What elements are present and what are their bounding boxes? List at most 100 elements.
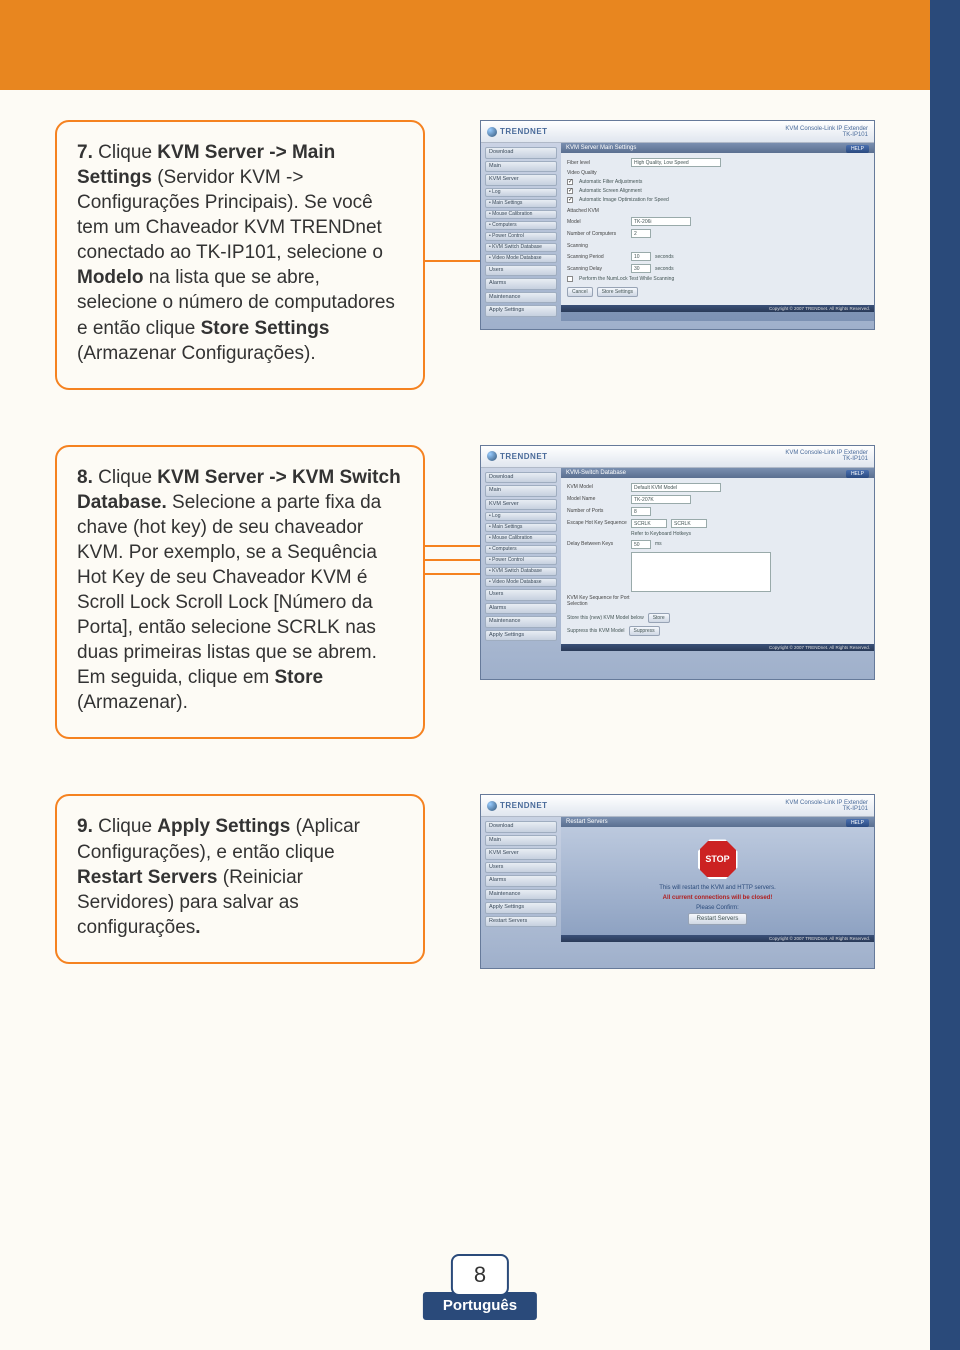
side-item[interactable]: Users (485, 862, 557, 874)
side-subitem[interactable]: • Log (485, 512, 557, 521)
side-item[interactable]: Users (485, 265, 557, 277)
hint: Refer to Keyboard Hotkeys (631, 531, 691, 537)
page-language: Português (423, 1292, 537, 1320)
screenshot-7: TRENDNET KVM Console-Link IP ExtenderTK-… (480, 120, 875, 330)
store-button[interactable]: Store (648, 613, 670, 623)
restart-servers-button[interactable]: Restart Servers (688, 913, 748, 925)
section-label: Scanning (567, 243, 627, 249)
step-8-card: 8. Clique KVM Server -> KVM Switch Datab… (55, 445, 425, 740)
side-item[interactable]: Maintenance (485, 292, 557, 304)
side-item[interactable]: KVM Server (485, 848, 557, 860)
model-select[interactable]: TK-206i (631, 217, 691, 226)
side-subitem[interactable]: • Power Control (485, 556, 557, 565)
side-item[interactable]: Apply Settings (485, 305, 557, 317)
t: Restart Servers (77, 867, 217, 888)
thumb-header: TRENDNET KVM Console-Link IP ExtenderTK-… (481, 446, 874, 468)
side-item[interactable]: Apply Settings (485, 630, 557, 642)
screenshot-8: TRENDNET KVM Console-Link IP ExtenderTK-… (480, 445, 875, 680)
brand-logo: TRENDNET (487, 451, 548, 461)
cancel-button[interactable]: Cancel (567, 287, 593, 297)
fiber-select[interactable]: High Quality, Low Speed (631, 158, 721, 167)
step-7-card: 7. Clique KVM Server -> Main Settings (S… (55, 120, 425, 390)
side-subitem[interactable]: • KVM Switch Database (485, 243, 557, 252)
callout-connector (425, 545, 480, 585)
side-subitem[interactable]: • Video Mode Database (485, 578, 557, 587)
side-item[interactable]: Maintenance (485, 889, 557, 901)
side-item[interactable]: Download (485, 472, 557, 484)
label: Model (567, 219, 627, 225)
period-input[interactable]: 10 (631, 252, 651, 261)
escape-select-a[interactable]: SCRLK (631, 519, 667, 528)
t: Modelo (77, 267, 144, 288)
side-item[interactable]: Alarms (485, 278, 557, 290)
thumb-header: TRENDNET KVM Console-Link IP ExtenderTK-… (481, 121, 874, 143)
side-item[interactable]: Download (485, 821, 557, 833)
side-item[interactable]: Main (485, 485, 557, 497)
step-row-7: 7. Clique KVM Server -> Main Settings (S… (55, 120, 875, 390)
brand-logo: TRENDNET (487, 127, 548, 137)
side-item[interactable]: Alarms (485, 875, 557, 887)
side-subitem[interactable]: • KVM Switch Database (485, 567, 557, 576)
label: Number of Ports (567, 508, 627, 514)
side-subitem[interactable]: • Mouse Calibration (485, 210, 557, 219)
side-subitem[interactable]: • Mouse Calibration (485, 534, 557, 543)
checkbox[interactable] (567, 276, 573, 282)
label: Scanning Period (567, 254, 627, 260)
side-item[interactable]: KVM Server (485, 174, 557, 186)
numcomp-input[interactable]: 2 (631, 229, 651, 238)
section-label: KVM Key Sequence for Port Selection (567, 595, 637, 607)
suppress-button[interactable]: Suppress (629, 626, 660, 636)
side-subitem[interactable]: • Main Settings (485, 199, 557, 208)
model-name-input[interactable]: TK-207K (631, 495, 691, 504)
side-subitem[interactable]: • Log (485, 188, 557, 197)
side-item[interactable]: Maintenance (485, 616, 557, 628)
screenshot-9: TRENDNET KVM Console-Link IP ExtenderTK-… (480, 794, 875, 969)
t: Selecione a parte fixa da chave (hot key… (77, 492, 381, 689)
side-subitem[interactable]: • Computers (485, 545, 557, 554)
side-subitem[interactable]: • Video Mode Database (485, 254, 557, 263)
label: Fiber level (567, 160, 627, 166)
escape-select-b[interactable]: SCRLK (671, 519, 707, 528)
delay-input[interactable]: 50 (631, 540, 651, 549)
side-item[interactable]: Main (485, 835, 557, 847)
kvm-model-select[interactable]: Default KVM Model (631, 483, 721, 492)
page-content: 7. Clique KVM Server -> Main Settings (S… (0, 120, 930, 1024)
key-sequence-list[interactable] (631, 552, 771, 592)
side-item[interactable]: Restart Servers (485, 916, 557, 928)
side-item[interactable]: Main (485, 161, 557, 173)
top-orange-band (0, 0, 930, 90)
checkbox[interactable] (567, 188, 573, 194)
section-label: Attached KVM (567, 208, 627, 214)
side-item[interactable]: Alarms (485, 603, 557, 615)
side-subitem[interactable]: • Main Settings (485, 523, 557, 532)
unit: ms (655, 541, 662, 547)
help-button[interactable]: HELP (846, 145, 869, 153)
step-9-card: 9. Clique Apply Settings (Aplicar Config… (55, 794, 425, 963)
label: Model Name (567, 496, 627, 502)
help-button[interactable]: HELP (846, 470, 869, 478)
check-label: Automatic Image Optimization for Speed (579, 197, 669, 203)
ports-input[interactable]: 8 (631, 507, 651, 516)
checkbox[interactable] (567, 197, 573, 203)
side-subitem[interactable]: • Computers (485, 221, 557, 230)
label: Store this (new) KVM Model below (567, 615, 644, 621)
checkbox[interactable] (567, 179, 573, 185)
help-button[interactable]: HELP (846, 819, 869, 827)
side-item[interactable]: Users (485, 589, 557, 601)
t: Store Settings (201, 318, 330, 339)
check-label: Automatic Screen Alignment (579, 188, 642, 194)
globe-icon (487, 801, 497, 811)
confirm-label: Please Confirm: (567, 903, 868, 913)
globe-icon (487, 451, 497, 461)
thumb-sidebar: Download Main KVM Server • Log • Main Se… (481, 468, 561, 651)
side-item[interactable]: Download (485, 147, 557, 159)
t: Clique (98, 816, 157, 837)
step-num: 7. (77, 142, 93, 163)
side-item[interactable]: Apply Settings (485, 902, 557, 914)
side-subitem[interactable]: • Power Control (485, 232, 557, 241)
t: Clique (98, 467, 157, 488)
side-item[interactable]: KVM Server (485, 499, 557, 511)
delay-input[interactable]: 30 (631, 264, 651, 273)
step-num: 9. (77, 816, 93, 837)
store-settings-button[interactable]: Store Settings (597, 287, 638, 297)
